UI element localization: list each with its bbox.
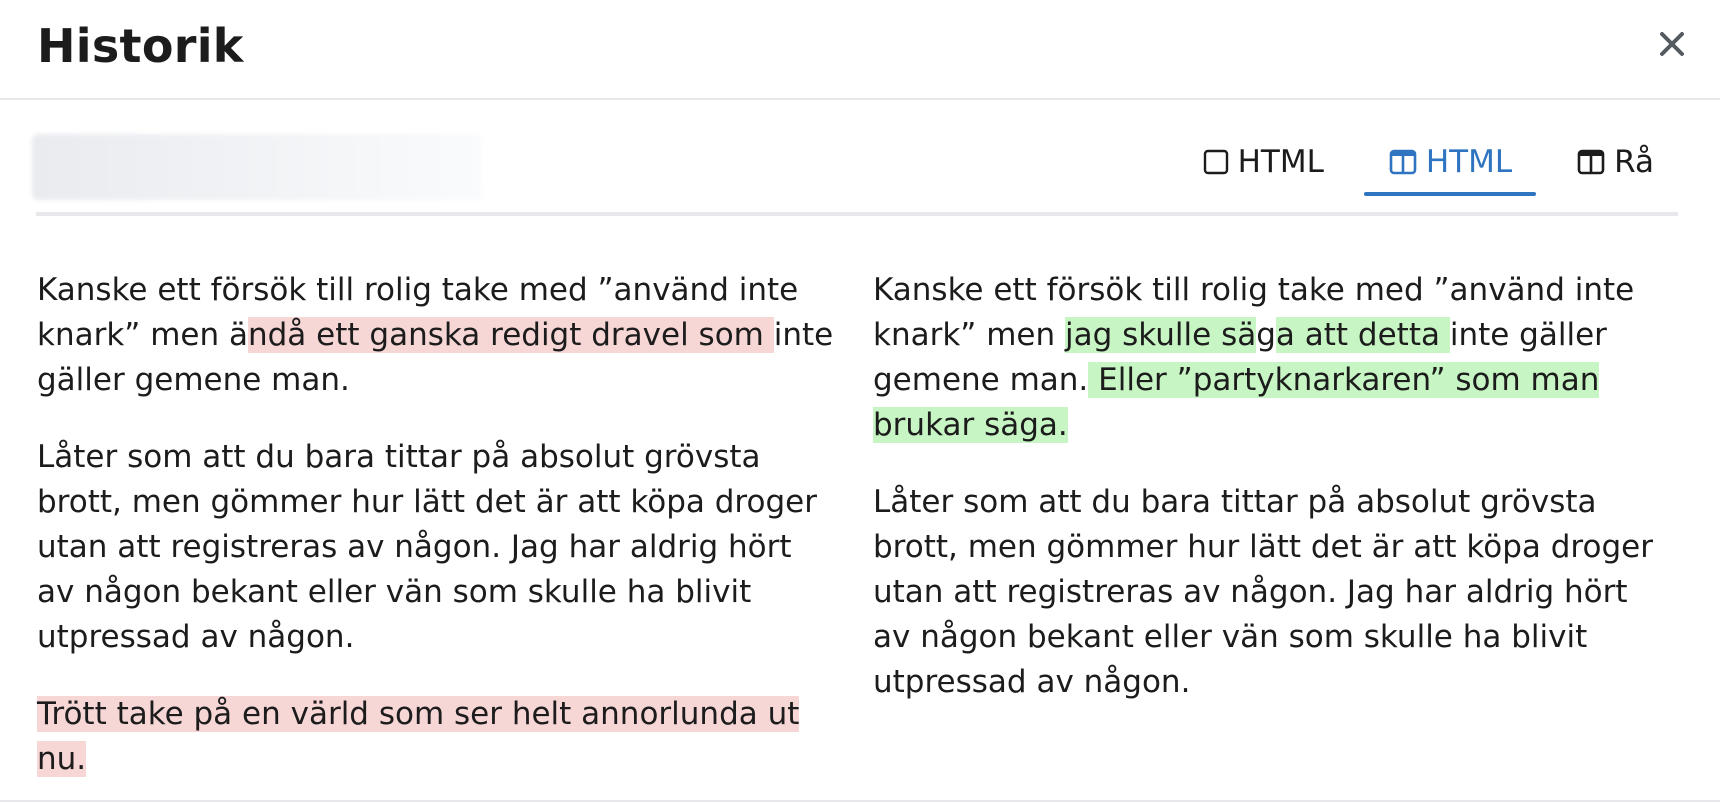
close-icon <box>1660 32 1684 56</box>
paragraph: Låter som att du bara tittar på absolut … <box>37 435 837 660</box>
square-icon <box>1202 148 1230 176</box>
paragraph: Kanske ett försök till rolig take med ”a… <box>873 268 1673 448</box>
text-segment: Låter som att du bara tittar på absolut … <box>873 484 1653 700</box>
split-columns-icon <box>1388 148 1418 176</box>
tab-html-split[interactable]: HTML <box>1363 130 1537 196</box>
old-revision-column: Kanske ett försök till rolig take med ”a… <box>37 268 837 804</box>
paragraph: Trött take på en värld som ser helt anno… <box>37 692 837 782</box>
history-dialog: Historik HTML HTML Rå Kanske ett försök … <box>0 0 1720 804</box>
dialog-title: Historik <box>37 19 244 73</box>
close-button[interactable] <box>1650 22 1694 66</box>
new-revision-column: Kanske ett försök till rolig take med ”a… <box>873 268 1673 737</box>
tab-label: HTML <box>1425 144 1513 180</box>
footer-divider <box>0 800 1720 802</box>
tab-html-single[interactable]: HTML <box>1178 130 1348 194</box>
tab-raw-split[interactable]: Rå <box>1552 130 1678 194</box>
revision-selector[interactable] <box>32 134 482 200</box>
dialog-header: Historik <box>0 0 1720 100</box>
deleted-text: ndå ett ganska redigt dravel som <box>247 317 774 353</box>
text-segment: Låter som att du bara tittar på absolut … <box>37 439 817 655</box>
paragraph: Låter som att du bara tittar på absolut … <box>873 480 1673 705</box>
paragraph: Kanske ett försök till rolig take med ”a… <box>37 268 837 403</box>
view-mode-tabs: HTML HTML Rå <box>1162 130 1678 216</box>
tab-label: HTML <box>1237 144 1324 180</box>
tab-label: Rå <box>1614 144 1654 180</box>
inserted-text: a att detta <box>1275 317 1450 353</box>
diff-toolbar: HTML HTML Rå <box>32 130 1678 216</box>
inserted-text: jag skulle sä <box>1064 317 1257 353</box>
split-columns-icon <box>1576 148 1606 176</box>
text-segment: g <box>1256 317 1276 353</box>
diff-content: Kanske ett försök till rolig take med ”a… <box>37 268 1682 777</box>
deleted-text: Trött take på en värld som ser helt anno… <box>37 696 800 777</box>
